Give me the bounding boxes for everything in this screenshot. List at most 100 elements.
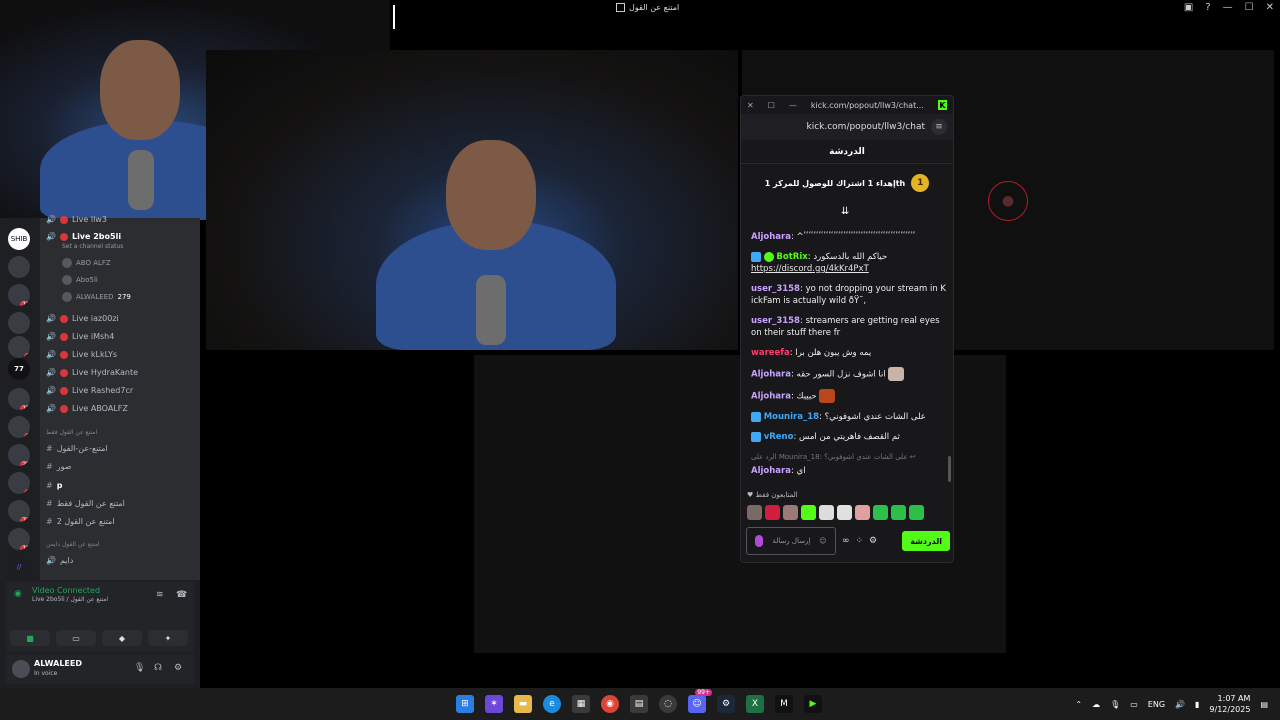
avatar[interactable] xyxy=(12,660,30,678)
server-icon[interactable]: 20 xyxy=(8,444,30,466)
mic-icon[interactable]: 🎙 xyxy=(134,663,145,673)
language-indicator[interactable]: ENG xyxy=(1148,700,1165,709)
voice-channel[interactable]: 🔊 Live HydraKante xyxy=(46,368,138,377)
voice-member[interactable]: ALWALEED 279 xyxy=(62,292,131,302)
gear-icon[interactable]: ⚙ xyxy=(174,663,182,673)
kick-app-icon[interactable]: ▶ xyxy=(804,695,822,713)
address-text[interactable]: kick.com/popout/llw3/chat xyxy=(806,122,925,132)
activity-button[interactable]: ◆ xyxy=(102,630,142,646)
calculator-icon[interactable]: ▤ xyxy=(630,695,648,713)
chevron-up-icon[interactable]: ⌃ xyxy=(1075,700,1082,709)
emote-icon[interactable] xyxy=(747,505,762,520)
emote-icon[interactable] xyxy=(819,505,834,520)
emote-icon[interactable] xyxy=(855,505,870,520)
volume-icon[interactable]: 🔊 xyxy=(1175,700,1185,709)
emote-icon[interactable] xyxy=(837,505,852,520)
emote-icon[interactable] xyxy=(909,505,924,520)
start-icon[interactable]: ⊞ xyxy=(456,695,474,713)
server-icon[interactable] xyxy=(8,312,30,334)
text-channel[interactable]: # امتنع-عن-القول xyxy=(46,444,108,453)
voice-channel[interactable]: 🔊 Live iMsh4 xyxy=(46,332,114,341)
server-icon[interactable]: SHIB xyxy=(8,228,30,250)
server-icon[interactable]: 10 xyxy=(8,528,30,550)
emote-icon[interactable] xyxy=(765,505,780,520)
discord-link[interactable]: https://discord.gg/4kKr4PxT xyxy=(751,264,869,274)
voice-channel[interactable]: 🔊 Live iaz00zi xyxy=(46,314,119,323)
chat-input[interactable]: إرسال رسالة ☺ xyxy=(746,527,836,555)
mic-icon[interactable] xyxy=(755,535,764,547)
help-icon[interactable]: ? xyxy=(1205,2,1210,13)
soundboard-button[interactable]: ✦ xyxy=(148,630,188,646)
battery-icon[interactable]: ▮ xyxy=(1195,700,1199,709)
emoji-icon[interactable]: ☺ xyxy=(819,537,826,545)
noise-icon[interactable]: ≋ xyxy=(156,590,164,600)
minimize-icon[interactable]: — xyxy=(789,101,797,110)
server-icon[interactable]: 77 xyxy=(8,358,30,380)
voice-channel[interactable]: 🔊 دايم xyxy=(46,556,73,565)
maximize-button[interactable]: ☐ xyxy=(1245,2,1254,13)
close-icon[interactable]: ✕ xyxy=(747,101,754,110)
text-channel[interactable]: # امتنع عن القول فقط xyxy=(46,499,125,508)
text-channel[interactable]: # صور xyxy=(46,462,72,471)
pip-icon[interactable]: ▣ xyxy=(1184,2,1193,13)
close-button[interactable]: ✕ xyxy=(1266,2,1274,13)
epic-icon[interactable]: M xyxy=(775,695,793,713)
category-header[interactable]: امتنع عن القول فقط xyxy=(46,429,97,436)
screen-share-button[interactable]: ▭ xyxy=(56,630,96,646)
steam-icon[interactable]: ⚙ xyxy=(717,695,735,713)
infinity-icon[interactable]: ∞ xyxy=(842,536,850,546)
chrome-icon[interactable]: ◉ xyxy=(601,695,619,713)
send-chat-button[interactable]: الدردشة xyxy=(902,531,950,551)
voice-member[interactable]: ABO ALFZ xyxy=(62,258,111,268)
camera-button[interactable]: ■ xyxy=(10,630,50,646)
points-icon[interactable]: ⁘ xyxy=(856,536,864,546)
minimize-button[interactable]: — xyxy=(1223,2,1233,13)
discord-icon[interactable]: ☺ 99+ xyxy=(688,689,712,713)
server-icon[interactable]: 7 xyxy=(8,336,30,358)
emote-icon[interactable] xyxy=(801,505,816,520)
monitor-icon[interactable]: ▭ xyxy=(1130,700,1138,709)
voice-member[interactable]: Abo5li xyxy=(62,275,98,285)
file-explorer-icon[interactable]: ▬ xyxy=(514,695,532,713)
discover-icon[interactable]: // xyxy=(8,556,30,578)
pinned-goal[interactable]: إهداء 1 اشتراك للوصول للمركز 1th 1 xyxy=(741,164,953,202)
voice-channel[interactable]: 🔊 Live Rashed7cr xyxy=(46,386,133,395)
server-icon[interactable]: 4 xyxy=(8,472,30,494)
voice-channel[interactable]: 🔊 Live llw3 xyxy=(46,215,107,224)
server-icon[interactable] xyxy=(8,256,30,278)
channel-status[interactable]: Set a channel status xyxy=(62,243,123,250)
server-icon[interactable]: 10 xyxy=(8,284,30,306)
excel-icon[interactable]: X xyxy=(746,695,764,713)
text-channel[interactable]: # p xyxy=(46,481,62,490)
voice-channel[interactable]: 🔊 Live kLkLYs xyxy=(46,350,117,359)
network-icon[interactable]: ☁ xyxy=(1092,700,1100,709)
record-icon[interactable]: ● xyxy=(988,181,1028,221)
text-channel[interactable]: # امتنع عن القول 2 xyxy=(46,517,115,526)
emote-icon[interactable] xyxy=(891,505,906,520)
voice-channel-active[interactable]: 🔊 Live 2bo5li xyxy=(46,232,121,241)
category-header[interactable]: امتنع عن القول دايمن xyxy=(46,541,100,548)
scroll-down-icon[interactable]: ⇊ xyxy=(841,206,849,217)
copilot-icon[interactable]: ✶ xyxy=(485,695,503,713)
voice-channel[interactable]: 🔊 Live ABOALFZ xyxy=(46,404,128,413)
emote-icon[interactable] xyxy=(873,505,888,520)
maximize-icon[interactable]: ☐ xyxy=(768,101,775,110)
notification-icon[interactable]: ▤ xyxy=(1260,700,1268,709)
server-icon[interactable]: 2 xyxy=(8,416,30,438)
popout-title-bar: ✕ ☐ — kick.com/popout/llw3/chat... K xyxy=(741,96,953,114)
headphones-icon[interactable]: ☊ xyxy=(154,663,162,673)
clock[interactable]: 1:07 AM 9/12/2025 xyxy=(1209,693,1250,715)
chat-scrollbar[interactable] xyxy=(948,456,951,482)
system-tray: ⌃ ☁ 🎙 ▭ ENG 🔊 ▮ 1:07 AM 9/12/2025 ▤ xyxy=(1075,692,1268,716)
disconnect-icon[interactable]: ☎ xyxy=(176,590,187,600)
gear-icon[interactable]: ⚙ xyxy=(869,536,877,546)
server-icon[interactable]: 76 xyxy=(8,500,30,522)
mic-icon[interactable]: 🎙 xyxy=(1110,700,1120,709)
edge-icon[interactable]: e xyxy=(543,695,561,713)
emote-icon[interactable] xyxy=(783,505,798,520)
obs-icon[interactable]: ◌ xyxy=(659,695,677,713)
store-icon[interactable]: ▦ xyxy=(572,695,590,713)
site-settings-icon[interactable]: ≡ xyxy=(931,119,947,135)
reply-reference[interactable]: الرد على Mounira_18: على الشات عندي اشوف… xyxy=(751,451,947,463)
server-icon[interactable]: 15 xyxy=(8,388,30,410)
